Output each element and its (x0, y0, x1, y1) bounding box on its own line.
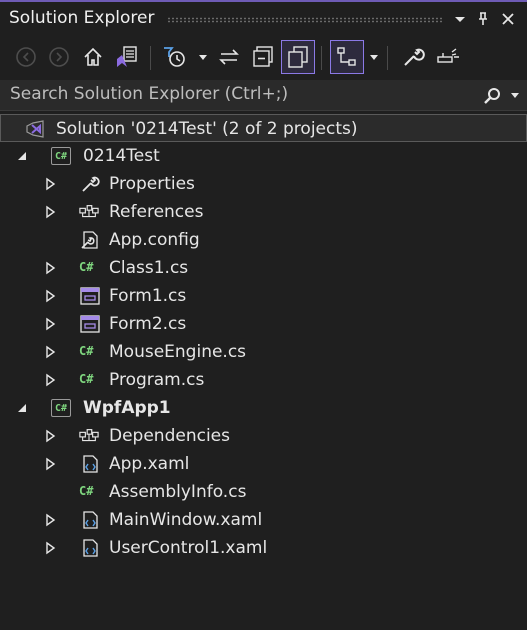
collapsed-arrow-icon[interactable] (44, 429, 56, 443)
xaml-file-icon (83, 455, 98, 473)
pending-changes-filter-button[interactable] (158, 40, 192, 74)
window-position-dropdown-icon[interactable] (452, 11, 468, 27)
collapsed-arrow-icon[interactable] (44, 177, 56, 191)
collapsed-arrow-icon[interactable] (44, 345, 56, 359)
tree-item-label: Form1.cs (109, 286, 187, 306)
search-icon[interactable] (482, 86, 502, 106)
toolbar-separator (321, 46, 322, 70)
csharp-file-icon: C# (79, 260, 94, 274)
pending-changes-filter-icon (164, 47, 185, 67)
solution-label: Solution '0214Test' (2 of 2 projects) (56, 119, 358, 139)
tree-row[interactable]: Properties (0, 170, 527, 198)
collapsed-arrow-icon[interactable] (44, 205, 56, 219)
dependencies-icon (79, 429, 99, 442)
tree-row[interactable]: C# Program.cs (0, 366, 527, 394)
toolbar (0, 36, 527, 80)
properties-button[interactable] (396, 40, 430, 74)
xaml-file-icon (83, 511, 98, 529)
tree-item-label: MainWindow.xaml (109, 510, 263, 530)
xaml-file-icon (83, 539, 98, 557)
tree-item-label: App.config (109, 230, 200, 250)
home-icon (84, 47, 102, 66)
expanded-arrow-icon[interactable] (16, 401, 28, 415)
sync-button[interactable] (212, 40, 246, 74)
toolbar-separator (387, 46, 388, 70)
tree-item-label: References (109, 202, 204, 222)
collapse-all-button[interactable] (246, 40, 280, 74)
collapsed-arrow-icon[interactable] (44, 373, 56, 387)
tree-item-label: Form2.cs (109, 314, 187, 334)
tree-row-project[interactable]: C# WpfApp1 (0, 394, 527, 422)
csharp-file-icon: C# (79, 372, 94, 386)
close-icon[interactable] (500, 11, 516, 27)
csharp-file-icon: C# (79, 344, 94, 358)
tree-row[interactable]: App.xaml (0, 450, 527, 478)
drag-grip[interactable] (167, 17, 443, 23)
tree-item-label: Dependencies (109, 426, 230, 446)
collapsed-arrow-icon[interactable] (44, 457, 56, 471)
home-button[interactable] (76, 40, 110, 74)
tree-item-label: AssemblyInfo.cs (109, 482, 247, 502)
search-options-dropdown-icon[interactable] (510, 92, 520, 100)
tree-row[interactable]: C# Class1.cs (0, 254, 527, 282)
form-file-icon (80, 315, 100, 333)
forward-icon (49, 47, 69, 67)
csharp-file-icon: C# (79, 484, 94, 498)
properties-wrench-icon (404, 48, 425, 66)
collapsed-arrow-icon[interactable] (44, 541, 56, 555)
tree-item-label: Program.cs (109, 370, 205, 390)
collapsed-arrow-icon[interactable] (44, 317, 56, 331)
expanded-arrow-icon[interactable] (16, 149, 28, 163)
tree-row[interactable]: References (0, 198, 527, 226)
back-icon (16, 47, 36, 67)
references-icon (79, 205, 99, 218)
show-all-files-button[interactable] (281, 40, 315, 74)
view-class-diagram-button[interactable] (330, 40, 364, 74)
tree-item-label: MouseEngine.cs (109, 342, 247, 362)
tree-row-solution[interactable]: Solution '0214Test' (2 of 2 projects) (0, 114, 527, 142)
project-label: WpfApp1 (83, 398, 171, 418)
collapsed-arrow-icon[interactable] (44, 261, 56, 275)
tree-item-label: Properties (109, 174, 195, 194)
window-title: Solution Explorer (9, 8, 155, 28)
csharp-project-icon: C# (51, 399, 71, 417)
wrench-icon (82, 176, 100, 192)
project-label: 0214Test (83, 146, 160, 166)
preview-icon (437, 48, 459, 63)
class-diagram-dropdown-icon[interactable] (369, 54, 379, 62)
filter-dropdown-icon[interactable] (198, 54, 208, 62)
pin-icon[interactable] (475, 11, 491, 27)
tree-row[interactable]: MainWindow.xaml (0, 506, 527, 534)
preview-selected-items-button[interactable] (431, 40, 465, 74)
tree-item-label: App.xaml (109, 454, 190, 474)
title-bar: Solution Explorer (0, 2, 527, 34)
config-file-icon (81, 231, 98, 249)
tree-row-project[interactable]: C# 0214Test (0, 142, 527, 170)
tree-row[interactable]: C# AssemblyInfo.cs (0, 478, 527, 506)
sync-icon (219, 49, 239, 65)
tree-row[interactable]: Form2.cs (0, 310, 527, 338)
collapsed-arrow-icon[interactable] (44, 289, 56, 303)
tree-row[interactable]: UserControl1.xaml (0, 534, 527, 562)
tree-row[interactable]: Dependencies (0, 422, 527, 450)
toolbar-separator (150, 46, 151, 70)
switch-views-button[interactable] (110, 40, 144, 74)
tree-row[interactable]: App.config (0, 226, 527, 254)
tree-row[interactable]: Form1.cs (0, 282, 527, 310)
tree-row[interactable]: C# MouseEngine.cs (0, 338, 527, 366)
tree-item-label: UserControl1.xaml (109, 538, 268, 558)
switch-views-icon (117, 46, 137, 67)
tree-item-label: Class1.cs (109, 258, 189, 278)
search-input[interactable]: Search Solution Explorer (Ctrl+;) (10, 84, 288, 104)
form-file-icon (80, 287, 100, 305)
visual-studio-solution-icon (26, 120, 44, 138)
collapse-all-icon (253, 46, 273, 67)
forward-button[interactable] (42, 40, 76, 74)
back-button[interactable] (9, 40, 43, 74)
search-box[interactable]: Search Solution Explorer (Ctrl+;) (0, 80, 527, 111)
csharp-project-icon: C# (51, 147, 71, 165)
collapsed-arrow-icon[interactable] (44, 513, 56, 527)
view-class-diagram-icon (337, 47, 356, 66)
show-all-files-icon (288, 46, 308, 68)
